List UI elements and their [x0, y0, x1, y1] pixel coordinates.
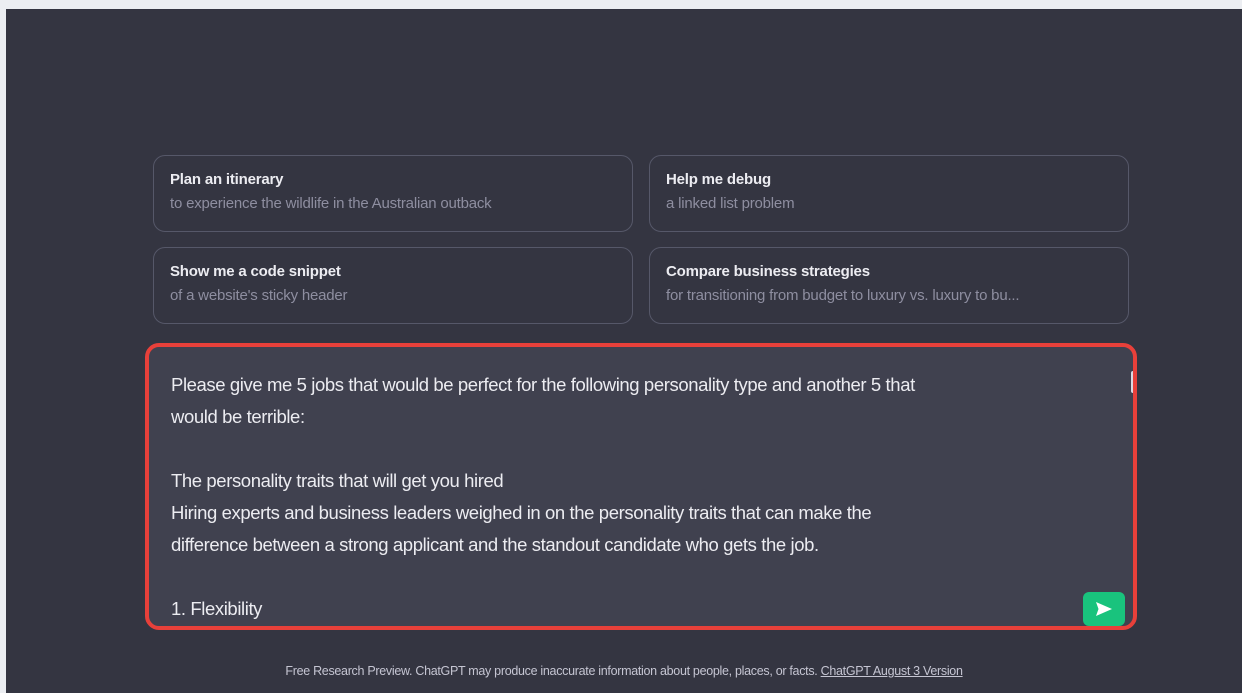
- input-scrollbar[interactable]: [1131, 371, 1133, 393]
- send-button[interactable]: [1083, 592, 1125, 626]
- suggestion-card-debug[interactable]: Help me debug a linked list problem: [649, 155, 1129, 232]
- suggestion-subtitle: of a website's sticky header: [170, 287, 348, 304]
- suggestion-title: Help me debug: [666, 171, 771, 188]
- message-input-text[interactable]: Please give me 5 jobs that would be perf…: [149, 347, 1133, 626]
- suggestion-subtitle: a linked list problem: [666, 195, 795, 212]
- message-input-box[interactable]: Please give me 5 jobs that would be perf…: [145, 343, 1137, 630]
- suggestion-title: Show me a code snippet: [170, 263, 341, 280]
- footer-disclaimer: Free Research Preview. ChatGPT may produ…: [6, 664, 1242, 678]
- suggestion-title: Plan an itinerary: [170, 171, 284, 188]
- suggestion-title: Compare business strategies: [666, 263, 870, 280]
- suggestion-card-business-strategies[interactable]: Compare business strategies for transiti…: [649, 247, 1129, 324]
- suggestion-grid: Plan an itinerary to experience the wild…: [153, 155, 1129, 324]
- suggestion-card-itinerary[interactable]: Plan an itinerary to experience the wild…: [153, 155, 633, 232]
- suggestion-subtitle: to experience the wildlife in the Austra…: [170, 195, 492, 212]
- suggestion-card-code-snippet[interactable]: Show me a code snippet of a website's st…: [153, 247, 633, 324]
- send-icon: [1096, 602, 1112, 616]
- chat-window: Plan an itinerary to experience the wild…: [6, 9, 1242, 693]
- disclaimer-text: Free Research Preview. ChatGPT may produ…: [285, 664, 821, 678]
- suggestion-subtitle: for transitioning from budget to luxury …: [666, 287, 1020, 304]
- version-link[interactable]: ChatGPT August 3 Version: [821, 664, 963, 678]
